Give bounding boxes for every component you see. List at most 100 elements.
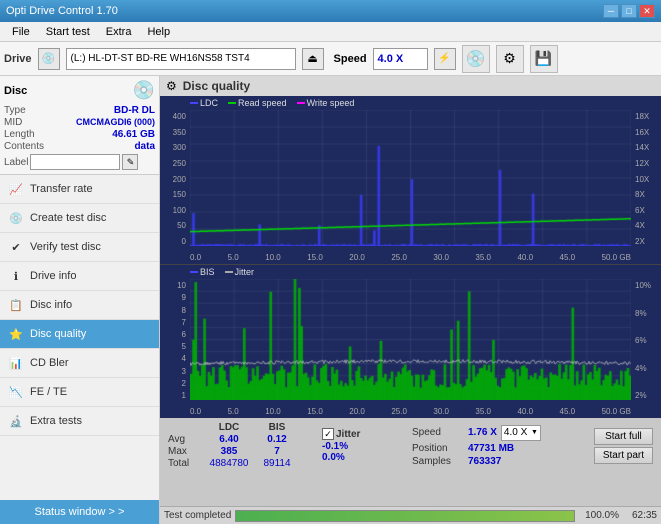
label-input[interactable]	[30, 154, 120, 170]
jitter-checkbox[interactable]: ✓	[322, 428, 334, 440]
sidebar-label-fe-te: FE / TE	[30, 386, 67, 398]
create-test-disc-icon: 💿	[8, 210, 24, 226]
menu-extra[interactable]: Extra	[98, 24, 140, 40]
start-buttons: Start full Start part	[594, 428, 653, 464]
length-label: Length	[4, 129, 35, 140]
label-edit-button[interactable]: ✎	[122, 154, 138, 170]
total-ldc: 4884780	[206, 458, 252, 469]
total-bis: 89114	[254, 458, 300, 469]
avg-ldc: 6.40	[206, 434, 252, 445]
window-controls: ─ □ ✕	[603, 4, 655, 18]
type-label: Type	[4, 105, 26, 116]
total-row-label: Total	[168, 458, 204, 469]
sidebar-item-fe-te[interactable]: 📉 FE / TE	[0, 378, 159, 407]
sidebar: Disc 💿 Type BD-R DL MID CMCMAGDI6 (000) …	[0, 76, 160, 524]
sidebar-item-create-test-disc[interactable]: 💿 Create test disc	[0, 204, 159, 233]
disc-quality-icon: ⭐	[8, 326, 24, 342]
disc-panel-title: Disc	[4, 85, 27, 97]
drive-label: Drive	[4, 53, 32, 65]
drive-selector[interactable]: (L:) HL-DT-ST BD-RE WH16NS58 TST4	[66, 48, 296, 70]
avg-jitter: -0.1%	[322, 441, 348, 452]
drive-browse-button[interactable]: 💿	[38, 48, 60, 70]
bottom-x-axis: 0.0 5.0 10.0 15.0 20.0 25.0 30.0 35.0 40…	[190, 407, 631, 416]
legend-bis: BIS	[190, 267, 215, 277]
bis-col-header: BIS	[254, 422, 300, 433]
mid-value: CMCMAGDI6 (000)	[76, 117, 155, 128]
ldc-col-header: LDC	[206, 422, 252, 433]
jitter-dot	[225, 271, 233, 273]
progress-bar	[235, 510, 575, 522]
disc-info-icon: 📋	[8, 297, 24, 313]
start-part-button[interactable]: Start part	[594, 447, 653, 464]
legend-read: Read speed	[228, 98, 287, 108]
sidebar-label-create-test-disc: Create test disc	[30, 212, 106, 224]
length-value: 46.61 GB	[112, 129, 155, 140]
sidebar-item-extra-tests[interactable]: 🔬 Extra tests	[0, 407, 159, 436]
sidebar-label-disc-info: Disc info	[30, 299, 72, 311]
top-chart-canvas	[190, 110, 631, 246]
sidebar-item-disc-info[interactable]: 📋 Disc info	[0, 291, 159, 320]
save-button[interactable]: 💾	[530, 45, 558, 73]
position-val: 47731 MB	[468, 443, 514, 454]
read-dot	[228, 102, 236, 104]
disc-image-button[interactable]: 💿	[462, 45, 490, 73]
contents-label: Contents	[4, 141, 44, 152]
bottom-status-bar: Test completed 100.0% 62:35	[160, 506, 661, 524]
status-window-button[interactable]: Status window > >	[0, 500, 159, 524]
bis-dot	[190, 271, 198, 273]
sidebar-item-verify-test-disc[interactable]: ✔ Verify test disc	[0, 233, 159, 262]
stats-bar: LDC BIS Avg 6.40 0.12 Max 385 7 Total	[160, 418, 661, 506]
drive-info-icon: ℹ	[8, 268, 24, 284]
bottom-y-axis-right: 10% 8% 6% 4% 2%	[633, 281, 661, 400]
menu-help[interactable]: Help	[139, 24, 178, 40]
fe-te-icon: 📉	[8, 384, 24, 400]
speed-label: Speed	[334, 53, 367, 65]
sidebar-item-cd-bler[interactable]: 📊 CD Bler	[0, 349, 159, 378]
content-area: ⚙ Disc quality LDC Read speed	[160, 76, 661, 524]
bottom-chart-legend: BIS Jitter	[190, 267, 254, 277]
settings-button[interactable]: ⚙	[496, 45, 524, 73]
legend-ldc-label: LDC	[200, 98, 218, 108]
samples-val: 763337	[468, 456, 501, 467]
bottom-chart-canvas	[190, 279, 631, 400]
disc-quality-header-icon: ⚙	[166, 79, 177, 93]
status-text: Test completed	[164, 510, 231, 521]
drivebar: Drive 💿 (L:) HL-DT-ST BD-RE WH16NS58 TST…	[0, 42, 661, 76]
disc-quality-title: Disc quality	[183, 79, 250, 93]
eject-button[interactable]: ⏏	[302, 48, 324, 70]
sidebar-item-transfer-rate[interactable]: 📈 Transfer rate	[0, 175, 159, 204]
menu-file[interactable]: File	[4, 24, 38, 40]
legend-bis-label: BIS	[200, 267, 215, 277]
top-x-axis: 0.0 5.0 10.0 15.0 20.0 25.0 30.0 35.0 40…	[190, 253, 631, 262]
speed-selector[interactable]: 4.0 X	[373, 48, 428, 70]
start-full-button[interactable]: Start full	[594, 428, 653, 445]
speed-stat-dropdown[interactable]: 4.0 X ▼	[501, 425, 541, 441]
sidebar-item-drive-info[interactable]: ℹ Drive info	[0, 262, 159, 291]
maximize-button[interactable]: □	[621, 4, 637, 18]
sidebar-label-cd-bler: CD Bler	[30, 357, 69, 369]
jitter-col-header: Jitter	[336, 429, 360, 440]
titlebar: Opti Drive Control 1.70 ─ □ ✕	[0, 0, 661, 22]
legend-jitter: Jitter	[225, 267, 255, 277]
close-button[interactable]: ✕	[639, 4, 655, 18]
legend-ldc: LDC	[190, 98, 218, 108]
legend-read-label: Read speed	[238, 98, 287, 108]
speed-auto-button[interactable]: ⚡	[434, 48, 456, 70]
speed-stat-label: Speed	[412, 427, 464, 438]
dropdown-arrow: ▼	[531, 429, 538, 436]
sidebar-item-disc-quality[interactable]: ⭐ Disc quality	[0, 320, 159, 349]
sidebar-label-drive-info: Drive info	[30, 270, 76, 282]
menubar: File Start test Extra Help	[0, 22, 661, 42]
position-label: Position	[412, 443, 464, 454]
max-ldc: 385	[206, 446, 252, 457]
disc-panel-icon: 💿	[133, 80, 155, 101]
ldc-dot	[190, 102, 198, 104]
minimize-button[interactable]: ─	[603, 4, 619, 18]
chart-top: LDC Read speed Write speed 400 350 30	[160, 96, 661, 265]
main-content: Disc 💿 Type BD-R DL MID CMCMAGDI6 (000) …	[0, 76, 661, 524]
legend-jitter-label: Jitter	[235, 267, 255, 277]
avg-row-label: Avg	[168, 434, 204, 445]
menu-start-test[interactable]: Start test	[38, 24, 98, 40]
chart-bottom: BIS Jitter 10 9 8 7 6 5 4 3	[160, 265, 661, 418]
time-display: 62:35	[623, 510, 657, 521]
